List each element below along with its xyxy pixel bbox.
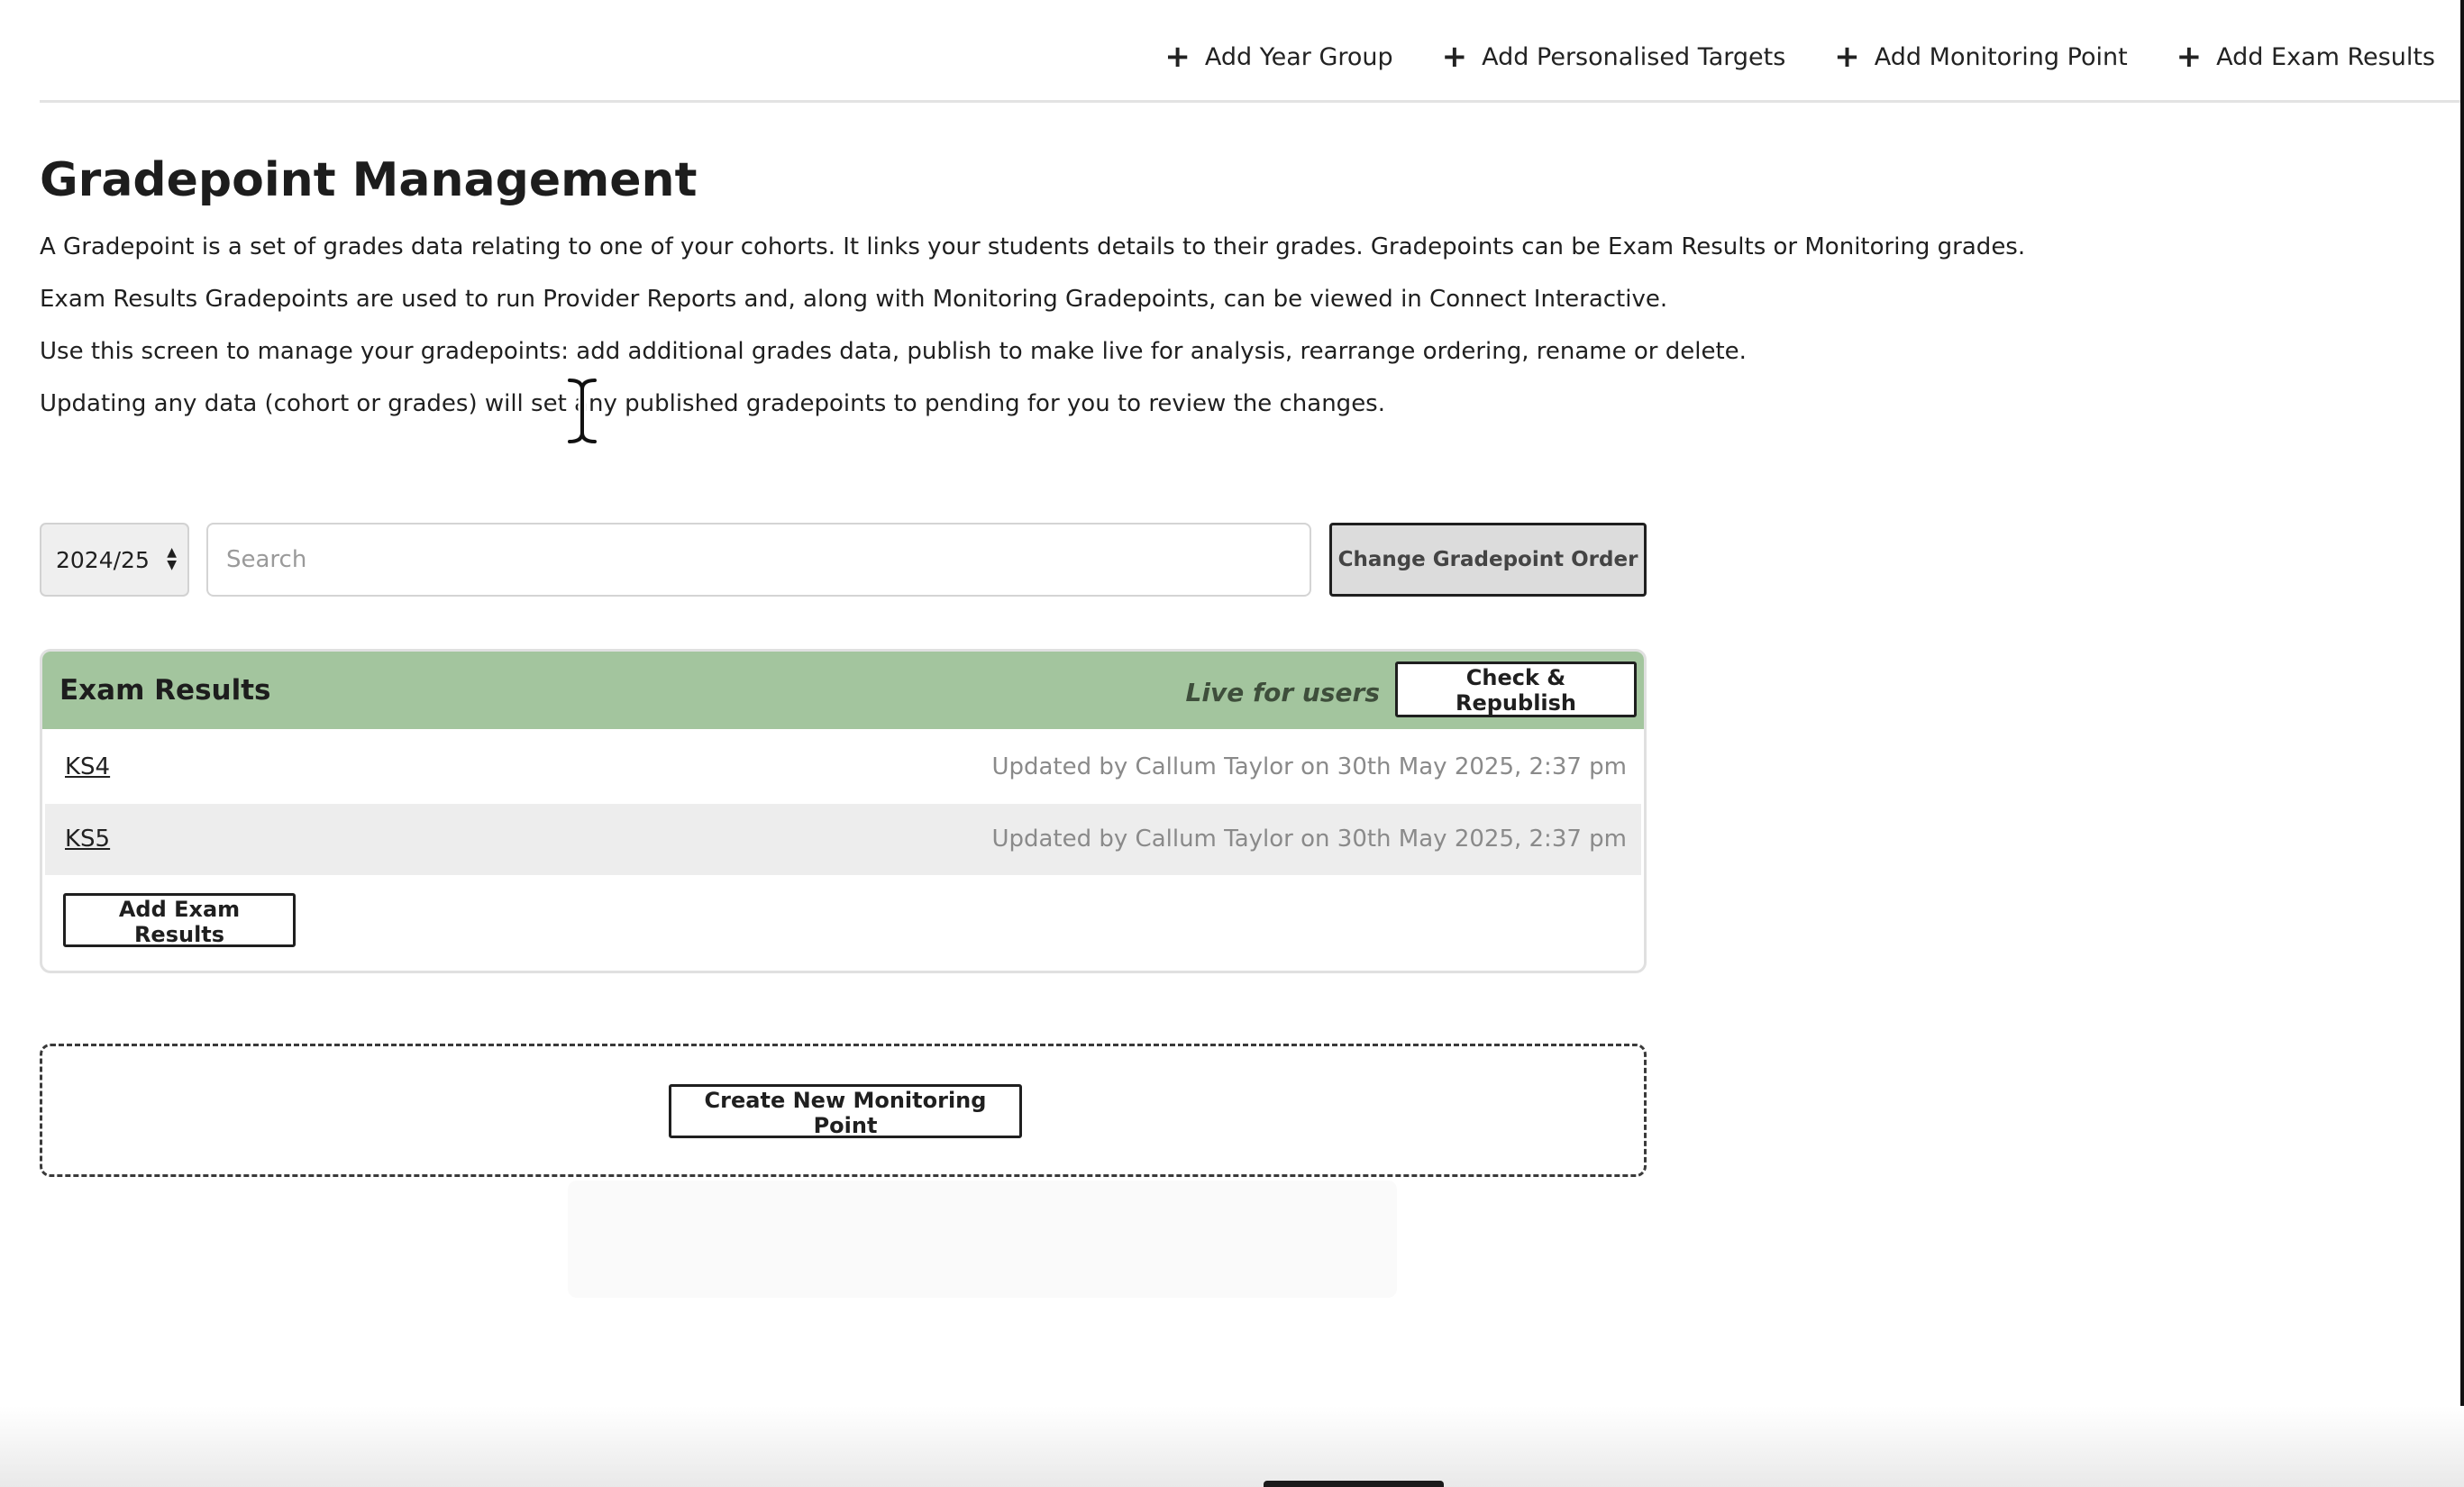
select-arrows-icon: ▲ ▼: [167, 545, 177, 572]
add-personalised-targets-label: Add Personalised Targets: [1482, 42, 1786, 71]
intro-paragraph: Use this screen to manage your gradepoin…: [40, 338, 1747, 365]
add-exam-results-label: Add Exam Results: [2216, 42, 2435, 71]
monitoring-point-dropzone: Create New Monitoring Point: [40, 1044, 1647, 1177]
year-select[interactable]: 2024/25 ▲ ▼: [40, 523, 189, 597]
text-cursor-icon: [566, 377, 598, 445]
table-row: KS5 Updated by Callum Taylor on 30th May…: [45, 804, 1641, 875]
bottom-shadow: [0, 1406, 2464, 1487]
gradepoint-link[interactable]: KS5: [65, 826, 110, 853]
top-action-links: + Add Year Group + Add Personalised Targ…: [1164, 41, 2435, 72]
plus-icon: +: [1441, 39, 1468, 75]
add-monitoring-point-label: Add Monitoring Point: [1874, 42, 2128, 71]
create-monitoring-point-button[interactable]: Create New Monitoring Point: [669, 1084, 1022, 1138]
add-year-group-link[interactable]: + Add Year Group: [1164, 41, 1392, 72]
add-monitoring-point-link[interactable]: + Add Monitoring Point: [1834, 41, 2127, 72]
faint-overlay: [568, 1181, 1397, 1298]
bottom-tab-indicator: [1264, 1481, 1444, 1487]
plus-icon: +: [1834, 39, 1860, 75]
top-navigation-bar: + Add Year Group + Add Personalised Targ…: [40, 0, 2464, 103]
year-select-value: 2024/25: [56, 546, 150, 573]
panel-title: Exam Results: [59, 674, 271, 707]
intro-paragraph: Exam Results Gradepoints are used to run…: [40, 286, 1668, 313]
add-exam-results-button[interactable]: Add Exam Results: [63, 893, 296, 947]
check-republish-button[interactable]: Check & Republish: [1395, 661, 1637, 717]
gradepoint-link[interactable]: KS4: [65, 753, 110, 780]
intro-text: A Gradepoint is a set of grades data rel…: [40, 233, 2026, 445]
status-badge: Live for users: [1185, 678, 1380, 707]
intro-paragraph: Updating any data (cohort or grades) wil…: [40, 390, 1385, 417]
search-input[interactable]: [206, 523, 1311, 597]
page-title: Gradepoint Management: [40, 153, 698, 207]
plus-icon: +: [1164, 39, 1191, 75]
updated-meta: Updated by Callum Taylor on 30th May 202…: [991, 753, 1627, 780]
add-exam-results-link[interactable]: + Add Exam Results: [2177, 41, 2435, 72]
plus-icon: +: [2176, 39, 2203, 75]
window-edge: [2460, 0, 2464, 1487]
change-gradepoint-order-button[interactable]: Change Gradepoint Order: [1329, 523, 1647, 597]
updated-meta: Updated by Callum Taylor on 30th May 202…: [991, 826, 1627, 853]
add-year-group-label: Add Year Group: [1204, 42, 1393, 71]
table-row: KS4 Updated by Callum Taylor on 30th May…: [45, 732, 1641, 803]
intro-paragraph: A Gradepoint is a set of grades data rel…: [40, 233, 2026, 260]
add-personalised-targets-link[interactable]: + Add Personalised Targets: [1442, 41, 1786, 72]
panel-header: Exam Results Live for users Check & Repu…: [42, 652, 1644, 729]
exam-results-panel: Exam Results Live for users Check & Repu…: [40, 649, 1647, 973]
